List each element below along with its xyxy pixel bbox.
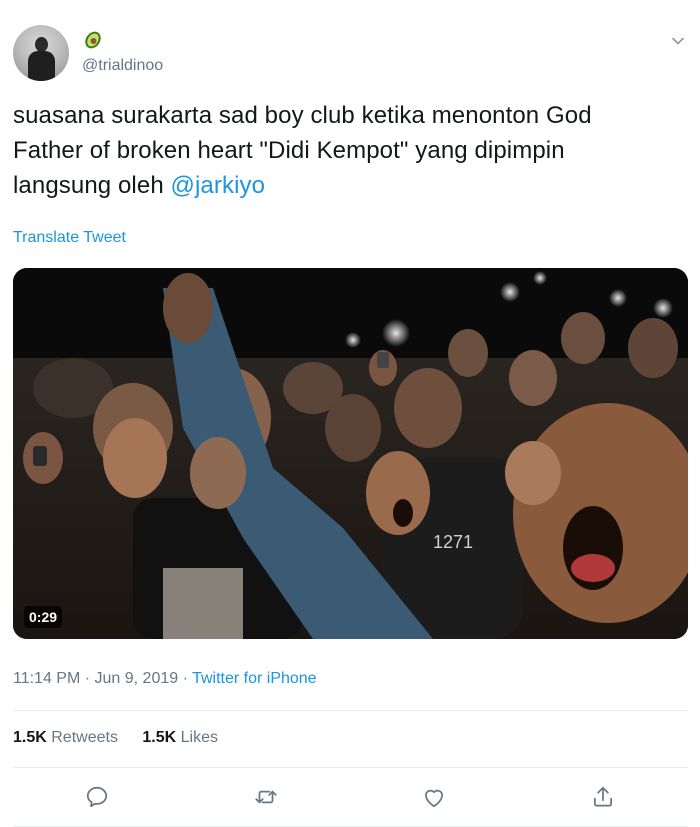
retweets-count: 1.5K — [13, 729, 47, 746]
tweet-text-line-3-prefix: langsung oleh — [13, 172, 171, 199]
svg-text:1271: 1271 — [433, 532, 473, 552]
video-duration-badge: 0:29 — [24, 606, 63, 628]
reply-icon[interactable] — [84, 784, 110, 810]
tweet-time[interactable]: 11:14 PM — [13, 670, 80, 687]
like-icon[interactable] — [421, 784, 447, 810]
share-icon[interactable] — [590, 784, 616, 810]
tweet-text-line-3: langsung oleh @jarkiyo — [13, 168, 683, 203]
tweet-date[interactable]: Jun 9, 2019 — [95, 670, 179, 687]
likes-label: Likes — [180, 729, 219, 746]
retweets-stat[interactable]: 1.5K Retweets — [13, 729, 118, 746]
likes-count: 1.5K — [142, 729, 177, 746]
user-handle[interactable]: @trialdinoo — [82, 57, 163, 75]
translate-tweet-link[interactable]: Translate Tweet — [13, 229, 126, 247]
meta-separator: · — [178, 670, 193, 687]
mention-link[interactable]: @jarkiyo — [171, 172, 266, 199]
tweet-meta: 11:14 PM · Jun 9, 2019 · Twitter for iPh… — [13, 670, 317, 688]
tweet-card: @trialdinoo suasana surakarta sad boy cl… — [0, 0, 700, 827]
video-frame: 1271 — [13, 268, 688, 639]
retweet-icon[interactable] — [253, 784, 279, 810]
tweet-source-link[interactable]: Twitter for iPhone — [192, 670, 317, 687]
avatar-figure-head — [35, 37, 48, 52]
divider — [13, 710, 688, 711]
likes-stat[interactable]: 1.5K Likes — [142, 729, 218, 746]
tweet-text-line-2: Father of broken heart "Didi Kempot" yan… — [13, 137, 565, 164]
tweet-text: suasana surakarta sad boy club ketika me… — [13, 98, 683, 203]
meta-separator: · — [80, 670, 95, 687]
retweets-label: Retweets — [51, 729, 118, 746]
tweet-stats: 1.5K Retweets 1.5K Likes — [13, 729, 238, 747]
tweet-text-line-1: suasana surakarta sad boy club ketika me… — [13, 102, 592, 129]
chevron-down-icon[interactable] — [670, 33, 686, 49]
divider — [13, 767, 688, 768]
avocado-icon — [85, 31, 101, 49]
avatar-figure-body — [28, 51, 55, 81]
video-player[interactable]: 1271 — [13, 268, 688, 639]
avatar[interactable] — [13, 25, 69, 81]
